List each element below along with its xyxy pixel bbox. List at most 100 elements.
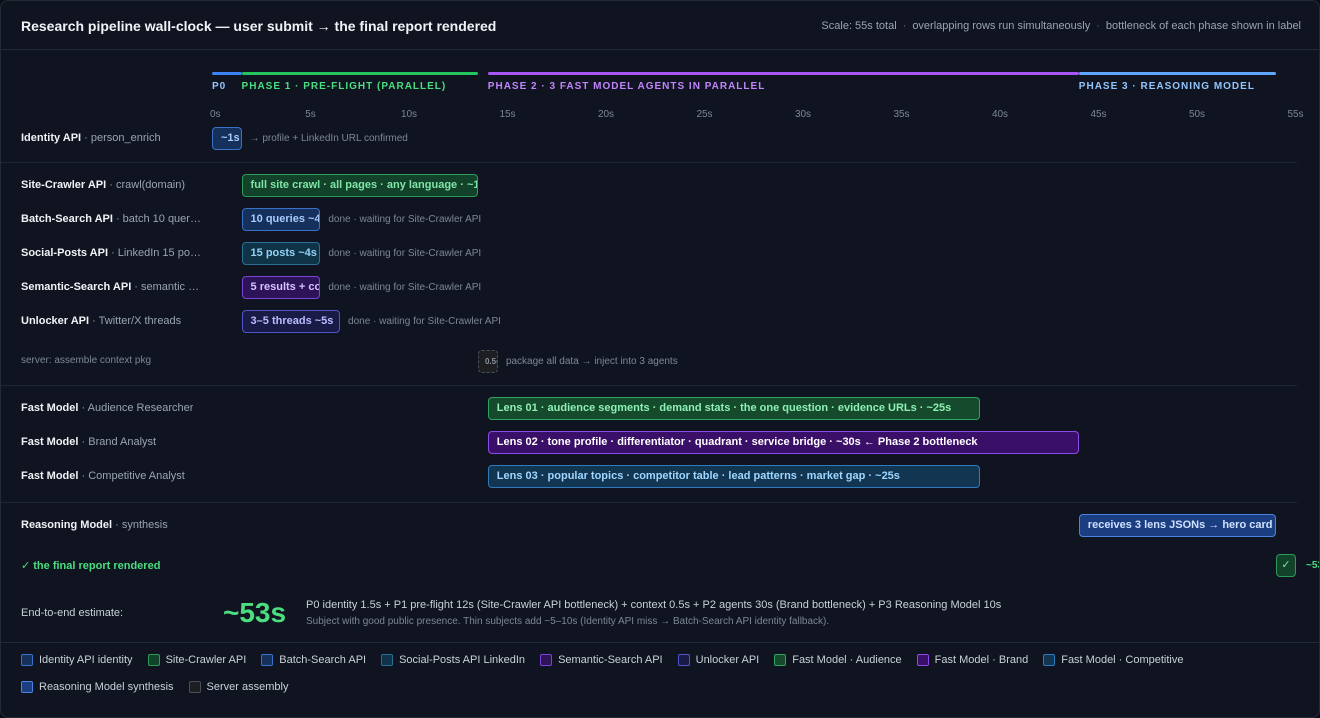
- legend-swatch: [21, 654, 33, 666]
- bar-note: package all data → inject into 3 agents: [505, 356, 678, 367]
- row-name: Identity API: [21, 132, 82, 144]
- row-sub: · synthesis: [112, 519, 168, 531]
- row-sub: · crawl(domain): [106, 179, 186, 191]
- legend-label: Batch-Search API: [279, 654, 367, 666]
- axis-tick-label: 40s: [991, 109, 1009, 120]
- timeline-bar: ~1s: [212, 127, 242, 150]
- timeline-bar: Lens 03 · popular topics · competitor ta…: [487, 465, 981, 488]
- timeline-bar: 0.5s: [477, 350, 498, 373]
- legend-label: Reasoning Model synthesis: [39, 681, 174, 693]
- legend-swatch: [21, 681, 33, 693]
- row-sub: · batch 10 queries: [112, 213, 201, 225]
- legend-swatch: [540, 654, 553, 666]
- timeline-bar: Lens 02 · tone profile · differentiator …: [487, 431, 1079, 454]
- timeline-bar: 15 posts ~4s: [241, 242, 321, 265]
- axis-tick-label: 50s: [1188, 109, 1206, 120]
- bar-note: done · waiting for Site-Crawler API: [328, 214, 482, 225]
- legend: Identity API identity Site-Crawler API Bat…: [21, 652, 1311, 695]
- timeline-bar: 5 results + content: [241, 276, 321, 299]
- phase-band-label: PHASE 1 · PRE-FLIGHT (PARALLEL): [241, 81, 447, 92]
- meta-overlap: overlapping rows run simultaneously: [912, 20, 1091, 32]
- bar-note: done · waiting for Site-Crawler API: [348, 316, 501, 327]
- axis-tick-label: 25s: [696, 109, 713, 120]
- timeline-bar: full site crawl · all pages · any langua…: [241, 174, 478, 197]
- panel-title: Research pipeline wall-clock — user subm…: [21, 18, 497, 34]
- axis-tick-label: 30s: [794, 109, 812, 120]
- meta-scale: Scale: 55s total: [821, 20, 897, 32]
- legend-label: Social-Posts API LinkedIn: [399, 654, 526, 666]
- row-label: Fast Model · Brand Analyst: [21, 436, 156, 448]
- legend-label: Fast Model · Audience: [792, 654, 902, 666]
- phase-band-label: PHASE 3 · REASONING MODEL: [1078, 81, 1255, 92]
- final-report-label: ✓ the final report rendered: [21, 560, 161, 572]
- e2e-value: ~53s: [223, 597, 287, 628]
- row-label: Site-Crawler API · crawl(domain): [21, 179, 185, 191]
- row-name: Social-Posts API: [21, 247, 109, 259]
- legend-item: Identity API identity: [21, 652, 133, 668]
- legend-item: Site-Crawler API: [147, 652, 247, 668]
- e2e-note: Subject with good public presence. Thin …: [306, 616, 830, 627]
- row-divider: [1, 385, 1297, 386]
- axis-tick-label: 55s: [1287, 109, 1304, 120]
- row-divider: [1, 502, 1297, 503]
- phase-band-line: [241, 72, 478, 75]
- axis-tick-label: 10s: [400, 109, 418, 120]
- legend-label: Site-Crawler API: [165, 654, 247, 666]
- row-name: Fast Model: [21, 402, 79, 414]
- timeline-bar: 3–5 threads ~5s: [241, 310, 341, 333]
- legend-item: Fast Model · Brand: [916, 652, 1028, 668]
- bar-note: done · waiting for Site-Crawler API: [328, 248, 482, 259]
- row-name: Unlocker API: [21, 315, 90, 327]
- phase-band-line: [1078, 72, 1276, 75]
- legend-label: Semantic-Search API: [558, 654, 663, 666]
- axis-tick-label: 0s: [210, 109, 221, 120]
- legend-label: Unlocker API: [695, 654, 760, 666]
- row-sub: · semantic search: [134, 281, 201, 293]
- final-total-tail: ~53s: [1306, 560, 1319, 571]
- legend-item: Semantic-Search API: [540, 652, 663, 668]
- row-label: Fast Model · Competitive Analyst: [21, 470, 185, 482]
- bar-note: done · waiting for Site-Crawler API: [328, 282, 482, 293]
- row-label: Semantic-Search API · semantic search: [21, 281, 201, 293]
- legend-swatch: [188, 681, 201, 693]
- legend-item: Reasoning Model synthesis: [21, 679, 174, 695]
- phase-band-line: [212, 72, 242, 75]
- legend-item: Batch-Search API: [261, 652, 366, 668]
- row-name: Fast Model: [21, 436, 79, 448]
- row-label: Batch-Search API · batch 10 queries: [21, 213, 201, 225]
- legend-swatch: [677, 654, 690, 666]
- legend-item: Unlocker API: [677, 652, 760, 668]
- legend-swatch: [774, 654, 787, 666]
- row-label: Unlocker API · Twitter/X threads: [21, 315, 181, 327]
- row-name: Reasoning Model: [21, 519, 113, 531]
- bar-note: → profile + LinkedIn URL confirmed: [249, 133, 408, 144]
- e2e-formula: P0 identity 1.5s + P1 pre-flight 12s (Si…: [306, 599, 1002, 611]
- e2e-label: End-to-end estimate:: [21, 607, 124, 619]
- row-label: server: assemble context pkg: [21, 355, 151, 366]
- row-name: Site-Crawler API: [21, 179, 107, 191]
- legend-swatch: [261, 654, 274, 666]
- row-label: Identity API · person_enrich: [21, 132, 161, 144]
- legend-label: Identity API identity: [39, 654, 133, 666]
- axis-tick-label: 35s: [893, 109, 910, 120]
- row-sub: · person_enrich: [81, 132, 161, 144]
- legend-item: Server assembly: [188, 679, 288, 695]
- legend-swatch: [1043, 654, 1056, 666]
- row-name: Batch-Search API: [21, 213, 113, 225]
- legend-swatch: [916, 654, 929, 666]
- axis-tick-label: 20s: [597, 109, 615, 120]
- row-name: Fast Model: [21, 470, 79, 482]
- timeline-bar: Lens 01 · audience segments · demand sta…: [487, 397, 981, 420]
- legend-swatch: [147, 654, 160, 666]
- legend-item: Fast Model · Competitive: [1043, 652, 1183, 668]
- phase-band-line: [487, 72, 1079, 75]
- row-label: Fast Model · Audience Researcher: [21, 402, 193, 414]
- panel-header: Research pipeline wall-clock — user subm…: [1, 1, 1319, 50]
- row-label: Social-Posts API · LinkedIn 15 posts: [21, 247, 201, 259]
- row-divider: [1, 162, 1297, 163]
- legend-divider: [1, 642, 1319, 643]
- panel-meta: Scale: 55s total · overlapping rows run si…: [821, 20, 1301, 32]
- axis-tick-label: 45s: [1090, 109, 1107, 120]
- row-sub: · LinkedIn 15 posts: [108, 247, 201, 259]
- row-sub: · Competitive Analyst: [78, 470, 185, 482]
